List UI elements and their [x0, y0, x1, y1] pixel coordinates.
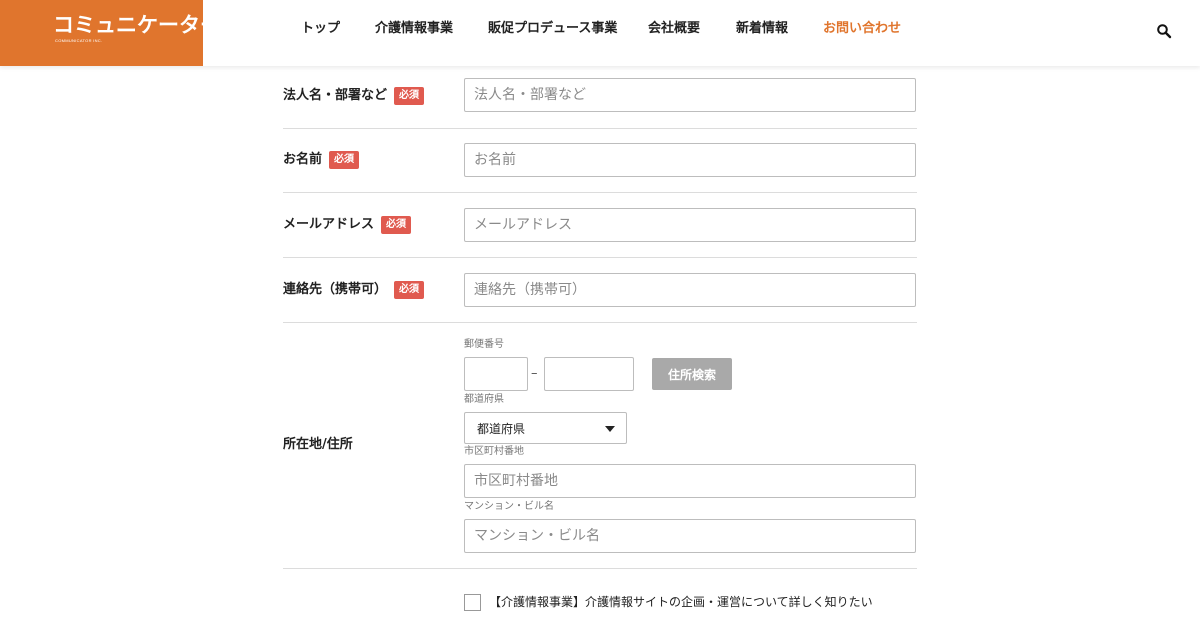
zip-label: 郵便番号: [464, 339, 504, 350]
email-label-text: メールアドレス: [283, 217, 375, 232]
row-divider: [283, 322, 917, 323]
phone-label-text: 連絡先（携帯可）: [283, 282, 388, 297]
interest-checkbox-label[interactable]: 【介護情報事業】介護情報サイトの企画・運営について詳しく知りたい: [489, 593, 873, 611]
city-input[interactable]: [464, 464, 916, 498]
required-badge: 必須: [394, 281, 425, 299]
email-label: メールアドレス 必須: [283, 216, 412, 234]
address-label: 所在地/住所: [283, 437, 353, 452]
company-label: 法人名・部署など 必須: [283, 87, 425, 105]
name-input[interactable]: [464, 143, 916, 177]
search-icon[interactable]: [1156, 23, 1172, 39]
required-badge: 必須: [381, 216, 412, 234]
building-input[interactable]: [464, 519, 916, 553]
zip-input-second[interactable]: [544, 357, 634, 391]
prefecture-select-value: 都道府県: [477, 422, 526, 436]
nav-item-top[interactable]: トップ: [301, 19, 340, 39]
prefecture-label: 都道府県: [464, 394, 504, 405]
nav-item-news[interactable]: 新着情報: [736, 19, 788, 39]
email-input[interactable]: [464, 208, 916, 242]
nav-item-contact[interactable]: お問い合わせ: [823, 19, 901, 39]
phone-label: 連絡先（携帯可） 必須: [283, 281, 425, 299]
logo-subtext: COMMUNICATOR INC.: [55, 38, 103, 43]
nav-item-company[interactable]: 会社概要: [648, 19, 700, 39]
row-divider: [283, 568, 917, 569]
name-label-text: お名前: [283, 152, 323, 167]
name-label: お名前 必須: [283, 151, 360, 169]
logo-text: コミュニケーター: [53, 14, 221, 37]
required-badge: 必須: [329, 151, 360, 169]
prefecture-select[interactable]: 都道府県: [464, 412, 627, 444]
row-divider: [283, 128, 917, 129]
phone-input[interactable]: [464, 273, 916, 307]
row-divider: [283, 257, 917, 258]
row-divider: [283, 192, 917, 193]
logo[interactable]: コミュニケーター COMMUNICATOR INC.: [0, 0, 221, 66]
company-input[interactable]: [464, 78, 916, 112]
required-badge: 必須: [394, 87, 425, 105]
nav-item-promotion[interactable]: 販促プロデュース事業: [488, 19, 617, 39]
city-label: 市区町村番地: [464, 446, 524, 457]
interest-checkbox[interactable]: [464, 594, 481, 611]
chevron-down-icon: [605, 426, 615, 432]
site-header: コミュニケーター COMMUNICATOR INC. トップ 介護情報事業 販促…: [0, 0, 1200, 66]
address-search-button[interactable]: 住所検索: [652, 358, 732, 390]
zip-input-first[interactable]: [464, 357, 528, 391]
building-label: マンション・ビル名: [464, 501, 554, 512]
nav-item-care-info[interactable]: 介護情報事業: [375, 19, 453, 39]
company-label-text: 法人名・部署など: [283, 88, 388, 103]
zip-dash: –: [531, 366, 538, 381]
